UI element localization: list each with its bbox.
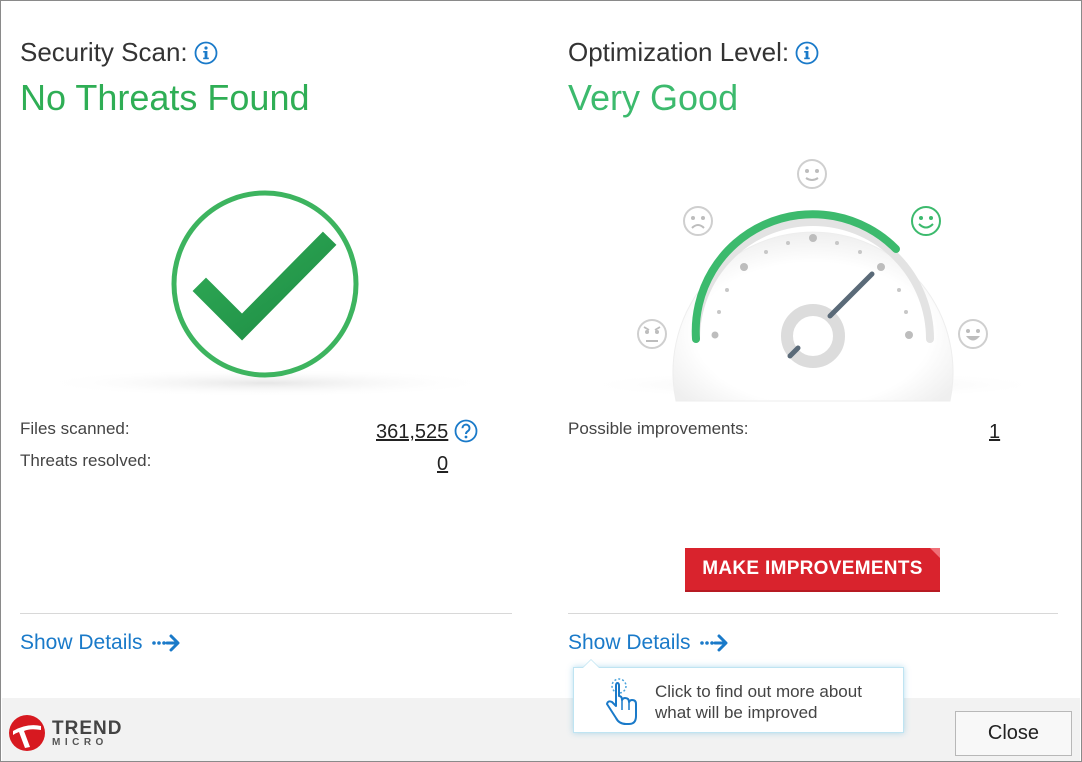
trend-micro-logo-icon — [9, 715, 45, 751]
threats-resolved-label: Threats resolved: — [20, 451, 152, 470]
happy-face-icon — [911, 206, 941, 236]
security-status: No Threats Found — [20, 77, 310, 118]
show-details-label: Show Details — [568, 631, 691, 654]
trend-micro-logo: TREND MICRO — [8, 714, 122, 752]
close-button[interactable]: Close — [955, 711, 1072, 756]
angry-face-icon — [637, 319, 667, 349]
optimization-show-details-link[interactable]: Show Details — [568, 631, 729, 655]
arrow-right-icon — [151, 634, 180, 652]
possible-improvements-row: Possible improvements: 1 — [568, 419, 1058, 445]
show-details-label: Show Details — [20, 631, 143, 654]
sad-face-icon — [683, 206, 713, 236]
security-scan-title: Security Scan: — [20, 37, 188, 67]
check-mark-graphic — [36, 190, 496, 397]
tooltip-line-1: Click to find out more about — [655, 682, 862, 701]
tooltip-line-2: what will be improved — [655, 703, 818, 722]
footer-bar: TREND MICRO Close — [2, 698, 1080, 761]
possible-improvements-label: Possible improvements: — [568, 419, 749, 438]
gauge-dome — [672, 231, 954, 402]
optimization-gauge — [578, 159, 1048, 402]
info-icon[interactable] — [194, 41, 218, 65]
optimization-heading: Optimization Level: — [568, 37, 819, 68]
logo-micro-text: MICRO — [52, 736, 108, 748]
threats-resolved-value[interactable]: 0 — [437, 453, 448, 476]
help-icon[interactable] — [454, 419, 478, 443]
info-icon[interactable] — [795, 41, 819, 65]
optimization-window: Security Scan: No Threats Found Files sc… — [0, 0, 1082, 762]
divider — [568, 613, 1058, 614]
divider — [20, 613, 512, 614]
show-details-tooltip: Click to find out more about what will b… — [573, 659, 904, 733]
optimization-panel: Optimization Level: Very Good Possible i… — [568, 1, 1058, 698]
security-show-details-link[interactable]: Show Details — [20, 631, 181, 655]
make-improvements-button[interactable]: MAKE IMPROVEMENTS — [685, 548, 940, 592]
hand-pointer-icon — [606, 678, 637, 725]
files-scanned-value[interactable]: 361,525 — [376, 421, 448, 444]
optimization-title: Optimization Level: — [568, 37, 790, 67]
optimization-status: Very Good — [568, 77, 739, 118]
neutral-face-icon — [797, 159, 827, 189]
security-scan-heading: Security Scan: — [20, 37, 218, 68]
threats-resolved-row: Threats resolved: 0 — [20, 451, 512, 477]
possible-improvements-value[interactable]: 1 — [989, 421, 1000, 444]
grinning-face-icon — [958, 319, 988, 349]
security-scan-panel: Security Scan: No Threats Found Files sc… — [20, 1, 512, 698]
arrow-right-icon — [699, 634, 728, 652]
files-scanned-label: Files scanned: — [20, 419, 130, 438]
logo-trend-text: TREND — [52, 717, 123, 739]
files-scanned-row: Files scanned: 361,525 — [20, 419, 512, 445]
tooltip-text: Click to find out more about what will b… — [655, 681, 862, 723]
